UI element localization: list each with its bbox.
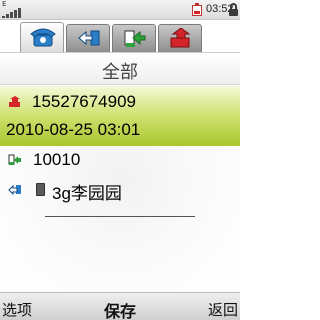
call-log-datetime: 2010-08-25 03:01: [6, 120, 141, 139]
network-type-label: E: [2, 0, 7, 8]
call-log-item[interactable]: 10010: [0, 150, 240, 172]
signal-icon: [2, 8, 24, 18]
status-bar: E 03:52: [0, 0, 240, 20]
call-log-item[interactable]: 3g李园园: [0, 178, 240, 203]
call-log-tabs: [0, 20, 240, 52]
outgoing-call-icon: [124, 30, 146, 47]
call-log-number: 15527674909: [32, 92, 137, 111]
page-title: 全部: [102, 62, 138, 83]
screen: E 03:52 全部 15527674909 2010-08-25 03:01 …: [0, 0, 240, 320]
sim-card-icon: [36, 183, 45, 196]
outgoing-call-icon: [8, 184, 21, 196]
battery-icon: [192, 3, 204, 16]
missed-call-icon: [170, 28, 191, 48]
call-log-item-selected[interactable]: 15527674909 2010-08-25 03:01: [0, 86, 240, 146]
incoming-call-icon: [8, 154, 21, 165]
lock-icon: [229, 3, 238, 16]
telephone-icon: [30, 28, 56, 47]
list-divider: [45, 216, 195, 217]
missed-call-icon: [9, 96, 20, 107]
save-softkey[interactable]: 保存: [0, 298, 240, 320]
incoming-call-icon: [78, 30, 100, 46]
list-title-bar: 全部: [0, 52, 240, 85]
tab-dialed-calls[interactable]: [112, 24, 156, 52]
call-log-label: 3g李园园: [52, 184, 122, 203]
tab-all-calls[interactable]: [20, 22, 64, 52]
softkey-bar: 选项 保存 返回: [0, 292, 240, 320]
tab-received-calls[interactable]: [66, 24, 110, 52]
call-log-label: 10010: [33, 150, 81, 169]
tab-missed-calls[interactable]: [158, 24, 202, 52]
back-softkey[interactable]: 返回: [208, 299, 238, 320]
